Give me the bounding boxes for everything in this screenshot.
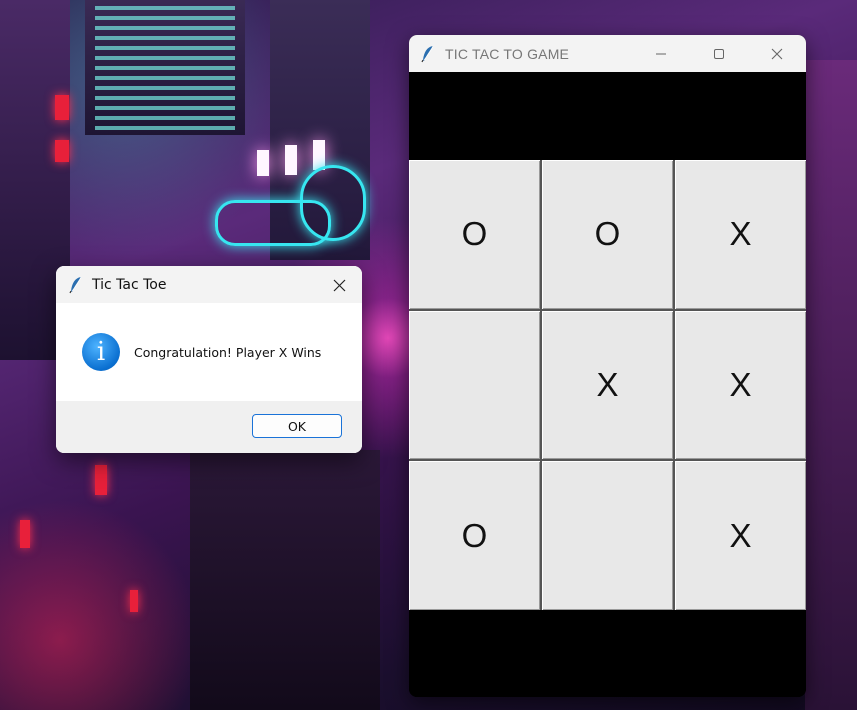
minimize-icon xyxy=(656,53,666,54)
dialog-footer: OK xyxy=(56,401,362,453)
board-cell-r1c1[interactable]: O xyxy=(409,160,540,309)
status-area xyxy=(409,610,806,697)
close-icon xyxy=(771,48,783,59)
board-cell-r2c3[interactable]: X xyxy=(675,310,806,460)
game-board: O O X X X O X xyxy=(409,160,806,610)
game-titlebar[interactable]: TIC TAC TO GAME xyxy=(409,35,806,72)
feather-icon xyxy=(421,45,434,62)
game-window: TIC TAC TO GAME O O X X X O X xyxy=(409,35,806,697)
board-cell-r1c3[interactable]: X xyxy=(675,160,806,309)
maximize-icon xyxy=(714,48,724,59)
board-cell-r2c1[interactable] xyxy=(409,310,540,460)
feather-icon xyxy=(69,276,82,293)
info-icon: i xyxy=(82,333,120,371)
ok-button[interactable]: OK xyxy=(252,414,342,438)
win-dialog: Tic Tac Toe i Congratulation! Player X W… xyxy=(56,266,362,453)
board-cell-r3c1[interactable]: O xyxy=(409,461,540,610)
close-icon xyxy=(333,279,345,291)
board-cell-r3c2[interactable] xyxy=(542,461,673,610)
dialog-body: i Congratulation! Player X Wins xyxy=(56,303,362,401)
dialog-message: Congratulation! Player X Wins xyxy=(134,344,322,360)
board-cell-r1c2[interactable]: O xyxy=(542,160,673,309)
board-cell-r3c3[interactable]: X xyxy=(675,461,806,610)
board-cell-r2c2[interactable]: X xyxy=(542,310,673,460)
close-button[interactable] xyxy=(748,35,806,72)
score-area xyxy=(409,72,806,160)
maximize-button[interactable] xyxy=(690,35,748,72)
dialog-title: Tic Tac Toe xyxy=(92,276,167,293)
dialog-close-button[interactable] xyxy=(326,272,352,298)
minimize-button[interactable] xyxy=(632,35,690,72)
dialog-titlebar[interactable]: Tic Tac Toe xyxy=(56,266,362,303)
game-window-title: TIC TAC TO GAME xyxy=(445,45,570,62)
